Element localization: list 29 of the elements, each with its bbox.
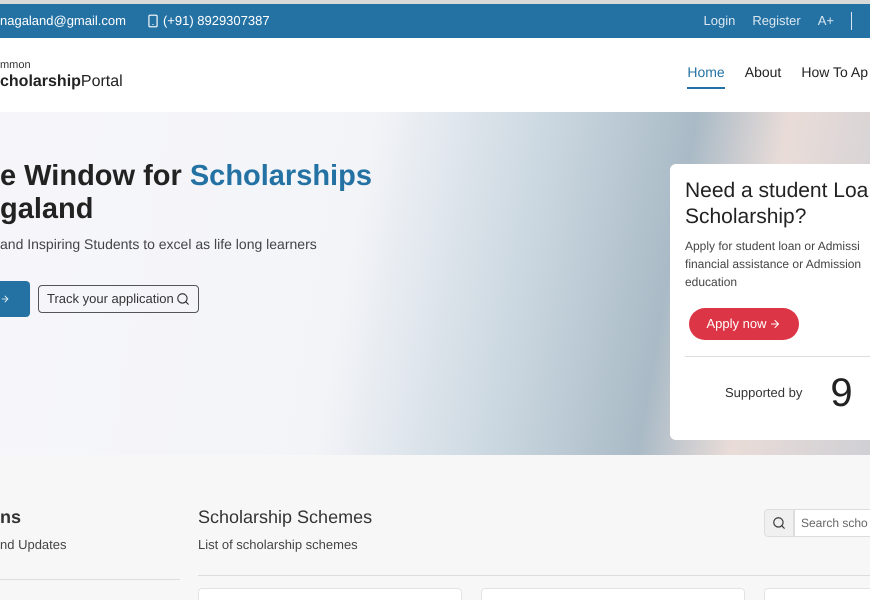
hero-headline: e Window for Scholarships galand	[0, 160, 373, 226]
supported-by-text: Supported by	[725, 384, 802, 402]
top-bar-link[interactable]: Register	[752, 11, 801, 31]
section-subtitle: nd Updates	[0, 536, 68, 554]
nav-link[interactable]: About	[744, 62, 782, 88]
top-bar-link[interactable]: Login	[704, 11, 736, 31]
section-title: ns	[0, 506, 22, 528]
track-application-button[interactable]: Track your application	[38, 285, 199, 313]
logo-text: cholarshipPortal	[0, 74, 123, 90]
arrow-right-icon	[769, 318, 782, 330]
arrow-right-icon	[0, 294, 10, 304]
search-icon	[176, 292, 190, 306]
search-field[interactable]: Search scho	[794, 509, 870, 537]
phone-icon	[146, 14, 160, 28]
card-title: Need a student Loa Scholarship?	[685, 178, 870, 230]
hero-subtitle: and Inspiring Students to excel as life long learners	[0, 235, 318, 254]
section-title: Scholarship Schemes	[198, 506, 372, 528]
phone-text: (+91) 8929307387	[162, 12, 270, 30]
search-button[interactable]	[764, 509, 794, 537]
search-icon	[772, 516, 786, 530]
email-text: nagaland@gmail.com	[0, 12, 126, 30]
sponsor-logo-text: 9	[830, 373, 853, 413]
apply-now-button[interactable]: Apply now	[689, 308, 799, 340]
nav-link[interactable]: How To Ap	[801, 62, 868, 88]
card-description: Apply for student loan or Admissi financial assistance or Admission education	[685, 238, 862, 291]
top-bar-link[interactable]: A+	[818, 11, 834, 31]
nav-link[interactable]: Home	[687, 62, 725, 88]
section-subtitle: List of scholarship schemes	[198, 536, 359, 554]
logo-small-text: mmon	[0, 60, 32, 71]
